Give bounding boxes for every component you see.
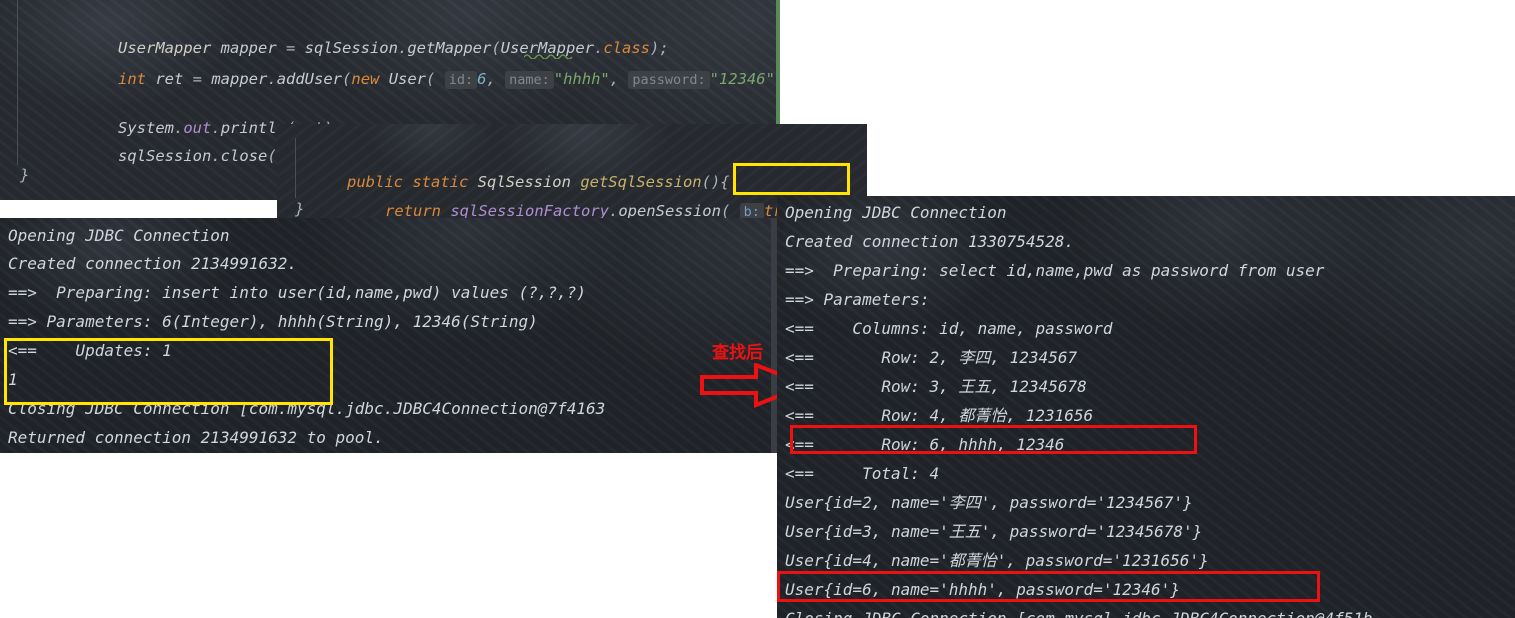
highlight-box-row-6 <box>790 425 1197 454</box>
console-right-row-user: User{id=3, name='王五', password='12345678… <box>785 522 1203 541</box>
console-right-row-columns: <== Columns: id, name, password <box>785 319 1113 338</box>
highlight-box-updates <box>4 338 333 405</box>
token-keyword-new: new <box>351 70 380 88</box>
console-right-row-data: <== Row: 3, 王五, 12345678 <box>785 377 1087 396</box>
console-left-row: ==> Parameters: 6(Integer), hhhh(String)… <box>8 312 538 331</box>
console-left-row: Created connection 2134991632. <box>8 254 297 273</box>
spellcheck-squiggle-icon <box>524 54 573 59</box>
highlight-box-user-id-6 <box>777 571 1320 602</box>
highlight-box-autocommit-true <box>733 163 850 195</box>
console-right-row: Created connection 1330754528. <box>785 232 1074 251</box>
console-left-row: Returned connection 2134991632 to pool. <box>8 428 384 447</box>
console-select-output-panel[interactable]: Opening JDBC Connection Created connecti… <box>777 196 1515 618</box>
code-line-closing-brace-top: } <box>20 166 30 184</box>
console-right-row-user: User{id=2, name='李四', password='1234567'… <box>785 493 1193 512</box>
console-right-row: ==> Preparing: select id,name,pwd as pas… <box>785 261 1325 280</box>
console-right-row-total: <== Total: 4 <box>785 464 940 483</box>
annotation-after-query-label: 查找后 <box>712 343 763 363</box>
console-left-row: Opening JDBC Connection <box>8 226 230 245</box>
console-left-row: ==> Preparing: insert into user(id,name,… <box>8 283 586 302</box>
console-right-row: Opening JDBC Connection <box>785 203 1007 222</box>
code-line-closing-brace-getsqlsession: } <box>295 200 305 218</box>
console-right-row: ==> Parameters: <box>785 290 940 309</box>
code-line-close[interactable]: sqlSession.close(); <box>62 110 295 200</box>
console-insert-output-panel[interactable]: Opening JDBC Connection Created connecti… <box>0 218 777 453</box>
screenshot-root: UserMapper mapper = sqlSession.getMapper… <box>0 0 1515 618</box>
console-right-row: Closing JDBC Connection [com.mysql.jdbc.… <box>785 605 1373 618</box>
console-right-row-data: <== Row: 2, 李四, 1234567 <box>785 348 1078 367</box>
